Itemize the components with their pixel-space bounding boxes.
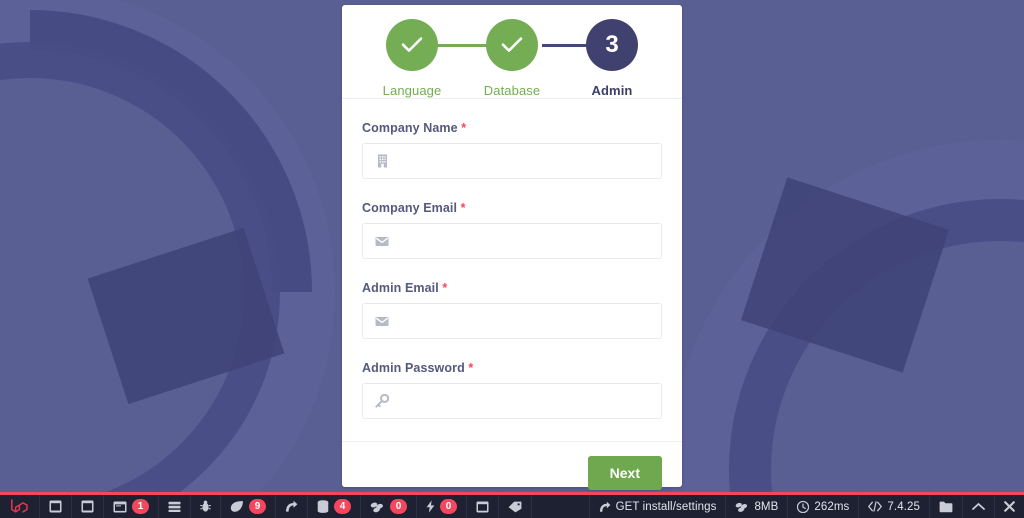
browser-icon [113, 501, 127, 512]
mail-window-icon [476, 501, 489, 512]
debugbar-close[interactable] [994, 495, 1024, 518]
admin-email-label: Admin Email * [362, 281, 662, 295]
debugbar-php-version-label: 7.4.25 [887, 500, 920, 513]
folder-icon [939, 501, 953, 512]
step-database-label: Database [483, 83, 541, 98]
step-language-circle [386, 19, 438, 71]
route-arrow-icon [599, 501, 611, 512]
bug-icon [200, 500, 211, 512]
debugbar-minimize[interactable] [962, 495, 994, 518]
debugbar-memory-label: 8MB [754, 500, 779, 513]
admin-password-input-wrap[interactable] [362, 383, 662, 419]
debugbar-models[interactable]: 0 [361, 495, 417, 518]
company-name-label-text: Company Name [362, 121, 458, 135]
field-admin-password: Admin Password * [362, 361, 662, 419]
installer-stepper: Language Database 3 Admin [342, 5, 682, 99]
debugbar-right-group: GET install/settings 8MB 262ms 7.4.25 [588, 495, 1024, 518]
debugbar-views[interactable]: 9 [221, 495, 276, 518]
company-email-input[interactable] [363, 224, 661, 258]
window-icon [49, 500, 62, 513]
company-email-label-text: Company Email [362, 201, 458, 215]
admin-password-input[interactable] [363, 384, 661, 418]
admin-password-label-text: Admin Password [362, 361, 465, 375]
window-alt-icon [81, 500, 94, 513]
clock-icon [797, 500, 810, 513]
field-company-name: Company Name * [362, 121, 662, 179]
field-company-email: Company Email * [362, 201, 662, 259]
list-icon [168, 501, 181, 512]
company-name-input[interactable] [363, 144, 661, 178]
step-admin[interactable]: 3 Admin [570, 19, 654, 98]
debugbar-queries-badge: 4 [334, 499, 351, 514]
step-database[interactable]: Database [470, 19, 554, 98]
debugbar-php-version[interactable]: 7.4.25 [858, 495, 929, 518]
debugbar-events-badge: 0 [440, 499, 457, 514]
debugbar-time-label: 262ms [814, 500, 850, 513]
debugbar-request-label: GET install/settings [615, 500, 717, 513]
debugbar-events[interactable]: 0 [417, 495, 467, 518]
tag-icon [508, 501, 522, 512]
laravel-logo-icon [11, 499, 28, 513]
step-admin-label: Admin [591, 83, 633, 98]
debugbar-memory[interactable]: 8MB [725, 495, 787, 518]
debugbar-mails[interactable] [467, 495, 499, 518]
debugbar-messages[interactable] [40, 495, 72, 518]
required-marker: * [468, 361, 474, 375]
required-marker: * [460, 201, 466, 215]
company-email-label: Company Email * [362, 201, 662, 215]
debugbar-session[interactable] [499, 495, 532, 518]
step-admin-circle: 3 [586, 19, 638, 71]
installer-card: Language Database 3 Admin Company Name * [342, 5, 682, 490]
code-icon [868, 501, 883, 512]
debugbar-request-info[interactable]: GET install/settings [588, 495, 726, 518]
required-marker: * [442, 281, 448, 295]
admin-email-input[interactable] [363, 304, 661, 338]
debugbar-debug[interactable] [191, 495, 221, 518]
step-database-circle [486, 19, 538, 71]
company-name-label: Company Name * [362, 121, 662, 135]
company-email-input-wrap[interactable] [362, 223, 662, 259]
company-name-input-wrap[interactable] [362, 143, 662, 179]
debugbar-timeline[interactable] [72, 495, 104, 518]
check-icon [501, 37, 523, 52]
debugbar-time[interactable]: 262ms [787, 495, 858, 518]
laravel-debugbar[interactable]: 1 9 4 0 0 GET install/settings 8MB 262ms… [0, 492, 1024, 518]
required-marker: * [461, 121, 467, 135]
debugbar-views-list[interactable] [159, 495, 191, 518]
debugbar-exceptions-badge: 1 [132, 499, 149, 514]
admin-email-label-text: Admin Email [362, 281, 439, 295]
leaf-icon [230, 501, 243, 512]
debugbar-open-handler[interactable] [929, 495, 962, 518]
chevron-up-icon [972, 503, 985, 510]
debugbar-route[interactable] [276, 495, 308, 518]
next-button[interactable]: Next [587, 455, 662, 490]
debugbar-left-group: 1 9 4 0 0 [0, 495, 532, 518]
settings-form: Company Name * Company Email * Admin Ema… [342, 99, 682, 441]
debugbar-queries[interactable]: 4 [308, 495, 361, 518]
admin-password-label: Admin Password * [362, 361, 662, 375]
database-icon [317, 500, 329, 513]
route-arrow-icon [286, 500, 298, 512]
models-icon [370, 502, 383, 512]
debugbar-views-badge: 9 [249, 499, 266, 514]
close-icon [1004, 501, 1015, 512]
debugbar-exceptions[interactable]: 1 [104, 495, 159, 518]
check-icon [401, 37, 423, 52]
step-admin-number: 3 [605, 31, 619, 58]
step-language[interactable]: Language [370, 19, 454, 98]
memory-icon [736, 502, 748, 512]
admin-email-input-wrap[interactable] [362, 303, 662, 339]
field-admin-email: Admin Email * [362, 281, 662, 339]
bolt-icon [426, 500, 435, 513]
debugbar-models-badge: 0 [390, 499, 407, 514]
debugbar-laravel-logo[interactable] [0, 495, 40, 518]
step-language-label: Language [382, 83, 442, 98]
